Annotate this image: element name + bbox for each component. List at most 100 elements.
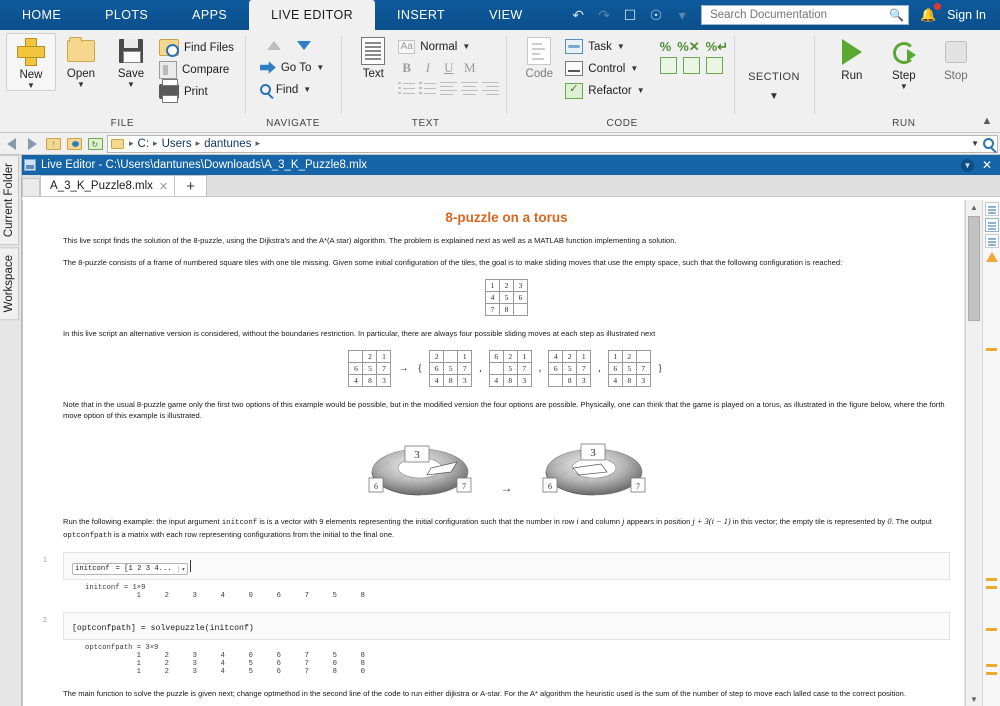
compare-button[interactable]: Compare [156,59,239,80]
step-button[interactable]: Step ▼ [878,33,930,91]
live-script-page[interactable]: 8-puzzle on a torus This live script fin… [23,200,965,706]
ribbon-tab-apps[interactable]: APPS [170,0,249,30]
bold-button[interactable]: B [397,58,416,77]
arrow-down-icon[interactable] [296,41,311,50]
print-button[interactable]: Print [156,79,239,103]
ribbon-tab-live-editor[interactable]: LIVE EDITOR [249,0,376,30]
analyzer-marker[interactable] [986,628,997,631]
arrow-up-icon[interactable] [266,41,281,50]
bell-icon[interactable]: 🔔 [917,3,942,26]
run-button[interactable]: Run [826,33,878,82]
layout-icon[interactable]: ☐ [619,4,641,26]
chevron-down-icon[interactable]: ▼ [303,85,311,94]
increase-indent-icon[interactable] [682,57,700,74]
browse-folder-button[interactable] [65,135,83,153]
ribbon-tab-view[interactable]: VIEW [467,0,545,30]
analyzer-marker[interactable] [986,664,997,667]
close-icon[interactable]: ✕ [982,158,992,172]
up-one-level-button[interactable]: ↑ [44,135,62,153]
italic-button[interactable]: I [418,58,437,77]
uncomment-icon[interactable]: %✕ [677,39,699,54]
undo-icon[interactable]: ↶ [567,4,589,26]
align-center-button[interactable] [460,78,479,97]
forward-button[interactable] [23,135,41,153]
text-button[interactable]: Text [351,33,395,80]
control-button[interactable]: Control ▼ [562,58,649,79]
breadcrumb[interactable]: ▸ C: ▸ Users ▸ dantunes ▸ ▼ [107,134,998,153]
scroll-down-arrow[interactable]: ▼ [966,692,982,706]
ribbon-tab-home[interactable]: HOME [0,0,83,30]
analyzer-marker[interactable] [986,586,997,589]
code-button[interactable]: Code [516,33,562,80]
analyzer-marker[interactable] [986,348,997,351]
initconf-control-chip[interactable]: initconf = [1 2 3 4... ▾ [72,563,189,576]
collapse-ribbon-icon[interactable]: ▲ [980,114,994,128]
align-right-button[interactable] [481,78,500,97]
open-button[interactable]: Open ▼ [56,33,106,89]
code-editor-line[interactable]: initconf = [1 2 3 4... ▾ [63,552,950,581]
sidebar-item-current-folder[interactable]: Current Folder [0,155,19,246]
wrap-comment-icon[interactable]: %↵ [706,39,728,54]
go-to-button[interactable]: Go To ▼ [257,57,329,78]
search-input[interactable] [708,8,890,22]
editor-tab-a3kpuzzle8[interactable]: A_3_K_Puzzle8.mlx ✕ [40,175,176,196]
dock-menu-icon[interactable]: ▼ [960,158,974,172]
chevron-down-icon[interactable]: ▼ [637,86,645,95]
smart-indent-icon[interactable] [659,57,677,74]
new-button[interactable]: New ▼ [6,33,56,91]
chevron-down-icon[interactable]: ▾ [177,565,185,573]
analyzer-summary-icon[interactable] [984,202,999,216]
search-documentation-box[interactable]: 🔍 [701,5,910,25]
search-path-icon[interactable] [983,138,994,149]
code-analyzer-strip[interactable] [982,200,1000,706]
text-style-dropdown[interactable]: Aa Normal ▼ [395,36,500,57]
ribbon-tab-insert[interactable]: INSERT [375,0,467,30]
chevron-down-icon[interactable]: ▼ [900,83,908,91]
redo-icon[interactable]: ↷ [593,4,615,26]
find-button[interactable]: Find ▼ [257,79,329,100]
bulleted-list-button[interactable] [397,78,416,97]
code-editor-line[interactable]: [optconfpath] = solvepuzzle(initconf) [63,612,950,641]
chevron-down-icon[interactable]: ▼ [617,42,625,51]
decrease-indent-icon[interactable] [705,57,723,74]
refresh-button[interactable]: ↻ [86,135,104,153]
refactor-button[interactable]: Refactor ▼ [562,80,649,101]
vertical-scrollbar[interactable]: ▲ ▼ [965,200,982,706]
scroll-up-arrow[interactable]: ▲ [966,200,982,214]
breadcrumb-dropdown-icon[interactable]: ▼ [971,139,979,148]
help-icon[interactable]: ☉ [645,4,667,26]
stop-button[interactable]: Stop [930,33,982,82]
close-icon[interactable]: ✕ [159,180,168,193]
new-tab-button[interactable]: + [175,175,208,196]
analyzer-settings-icon[interactable] [984,234,999,248]
numbered-list-button[interactable] [418,78,437,97]
find-files-button[interactable]: Find Files [156,37,239,58]
sidebar-item-workspace[interactable]: Workspace [0,247,19,321]
comment-icon[interactable]: % [660,39,672,54]
breadcrumb-item-users[interactable]: Users [160,138,194,150]
chevron-down-icon[interactable]: ▼ [27,82,35,90]
align-left-button[interactable] [439,78,458,97]
chevron-down-icon[interactable]: ▼ [127,81,135,89]
underline-button[interactable]: U [439,58,458,77]
chevron-down-icon[interactable]: ▼ [462,42,470,51]
section-chevron-down-icon[interactable]: ▼ [769,91,779,102]
task-button[interactable]: Task ▼ [562,36,649,57]
chevron-down-icon[interactable]: ▾ [671,4,693,26]
breadcrumb-item-dantunes[interactable]: dantunes [202,138,253,150]
breadcrumb-item-drive[interactable]: C: [136,138,152,150]
save-button[interactable]: Save ▼ [106,33,156,89]
sign-in-link[interactable]: Sign In [943,8,994,22]
chevron-down-icon[interactable]: ▼ [77,81,85,89]
warning-icon[interactable] [985,252,998,262]
tab-overflow-handle[interactable] [22,178,40,196]
analyzer-marker[interactable] [986,578,997,581]
ribbon-tab-plots[interactable]: PLOTS [83,0,170,30]
scrollbar-thumb[interactable] [968,216,980,321]
monospace-button[interactable]: M [460,58,479,77]
analyzer-marker[interactable] [986,672,997,675]
analyzer-detail-icon[interactable] [984,218,999,232]
chevron-down-icon[interactable]: ▼ [630,64,638,73]
chevron-down-icon[interactable]: ▼ [316,63,324,72]
back-button[interactable] [2,135,20,153]
